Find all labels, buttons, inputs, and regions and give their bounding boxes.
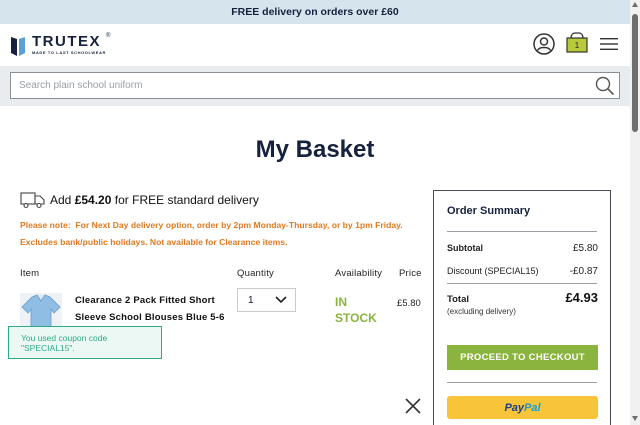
promo-bar: FREE delivery on orders over £60 <box>0 0 630 24</box>
summary-divider <box>447 283 597 284</box>
proceed-to-checkout-button[interactable]: PROCEED TO CHECKOUT <box>447 345 598 370</box>
total-value: £4.93 <box>565 290 598 305</box>
column-header-availability: Availability <box>335 268 383 279</box>
toast-message: You used coupon code "SPECIAL15". <box>21 332 108 353</box>
page-title: My Basket <box>255 136 375 163</box>
subtotal-value: £5.80 <box>572 243 598 254</box>
quantity-select[interactable]: 1 <box>237 288 296 312</box>
paypal-logo-part2: Pal <box>524 401 541 414</box>
logo-registered: ® <box>106 33 111 39</box>
delivery-suffix: FREE standard delivery <box>132 193 259 207</box>
column-header-price: Price <box>399 268 422 279</box>
discount-value: -£0.87 <box>569 266 598 277</box>
page-scrollbar[interactable] <box>630 0 640 425</box>
menu-icon[interactable] <box>600 37 618 51</box>
quantity-value: 1 <box>248 295 254 306</box>
delivery-note: Please note: For Next Day delivery optio… <box>20 217 420 251</box>
account-icon[interactable] <box>533 33 555 55</box>
search-box <box>10 72 620 99</box>
coupon-toast: You used coupon code "SPECIAL15". <box>8 326 162 359</box>
scroll-thumb[interactable] <box>632 14 638 132</box>
truck-icon <box>20 192 45 209</box>
logo-mark-icon <box>11 37 25 56</box>
note-text: For Next Day delivery option, order by 2… <box>20 220 403 247</box>
scroll-up-icon[interactable] <box>632 2 638 7</box>
logo-wordmark: TRUTEX <box>32 33 101 50</box>
note-label: Please note: <box>20 220 71 230</box>
total-row: Total (excluding delivery) £4.93 <box>447 290 598 316</box>
basket-count: 1 <box>574 41 580 50</box>
free-delivery-message: Add £54.20 for FREE standard delivery <box>20 191 259 209</box>
paypal-logo-part1: Pay <box>504 401 525 414</box>
discount-row: Discount (SPECIAL15) -£0.87 <box>447 266 598 277</box>
delivery-prefix: Add <box>50 193 72 207</box>
subtotal-label: Subtotal <box>447 243 483 253</box>
search-bar <box>0 66 630 106</box>
discount-label: Discount (SPECIAL15) <box>447 266 539 276</box>
item-price: £5.80 <box>397 298 421 309</box>
summary-divider <box>447 382 597 383</box>
scroll-down-icon[interactable] <box>632 416 638 421</box>
column-header-quantity: Quantity <box>237 268 274 279</box>
search-icon[interactable] <box>595 76 615 96</box>
trutex-logo[interactable]: TRUTEX ® MADE TO LAST SCHOOLWEAR <box>10 33 120 59</box>
basket-button[interactable]: 1 <box>565 32 589 54</box>
product-name-link[interactable]: Clearance 2 Pack Fitted Short Sleeve Sch… <box>75 292 235 326</box>
paypal-button[interactable]: Pay Pal <box>447 396 598 419</box>
search-input[interactable] <box>11 73 591 98</box>
logo-tagline: MADE TO LAST SCHOOLWEAR <box>32 50 106 55</box>
chevron-down-icon <box>275 296 287 304</box>
column-header-item: Item <box>20 268 40 279</box>
total-subtext: (excluding delivery) <box>447 307 516 316</box>
delivery-middle: for <box>114 193 129 207</box>
promo-text: FREE delivery on orders over £60 <box>231 6 399 18</box>
close-icon[interactable] <box>404 397 422 415</box>
order-summary: Order Summary Subtotal £5.80 Discount (S… <box>433 190 611 425</box>
subtotal-row: Subtotal £5.80 <box>447 243 598 254</box>
summary-title: Order Summary <box>447 205 531 217</box>
delivery-amount: £54.20 <box>74 193 112 207</box>
site-header: TRUTEX ® MADE TO LAST SCHOOLWEAR 1 <box>0 24 630 66</box>
summary-divider <box>447 231 597 232</box>
stock-status: IN STOCK <box>335 295 377 325</box>
